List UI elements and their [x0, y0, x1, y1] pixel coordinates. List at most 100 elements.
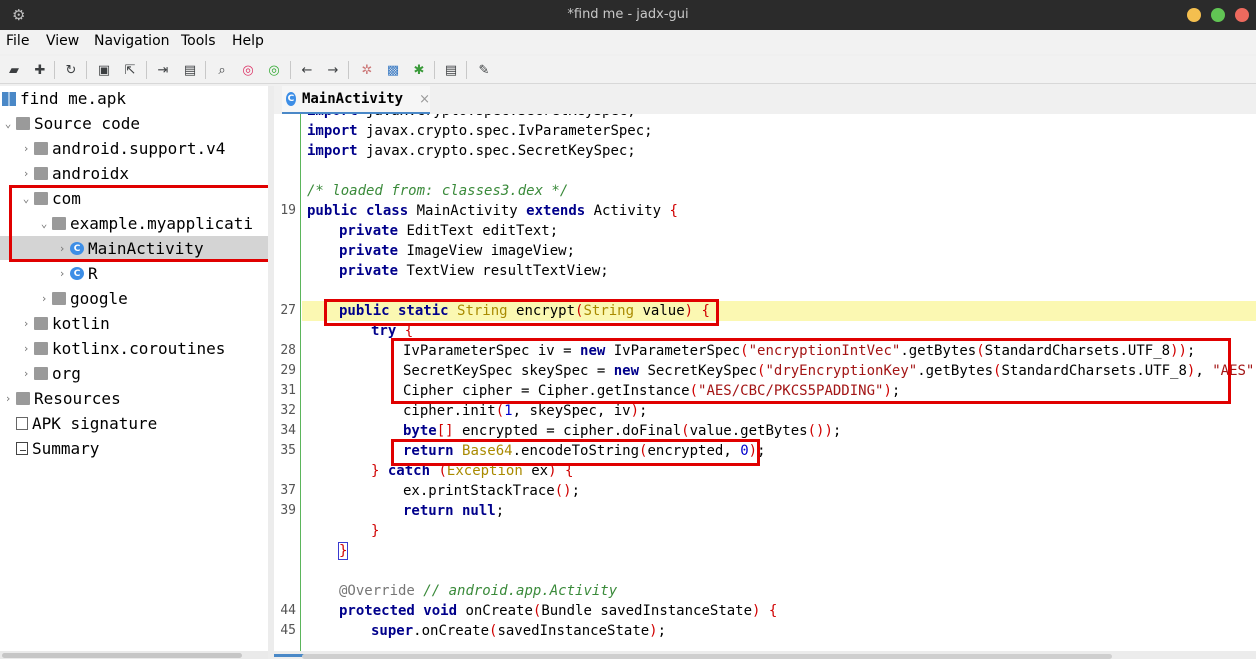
- quark-icon[interactable]: ✲: [357, 60, 377, 80]
- toolbar-separator: [290, 61, 291, 79]
- tree-node-label: google: [70, 289, 128, 308]
- code-line: import javax.crypto.spec.SecretKeySpec;: [307, 143, 636, 159]
- chevron-right-icon[interactable]: ›: [18, 317, 34, 330]
- tree-node-package[interactable]: › google: [36, 286, 128, 311]
- chevron-right-icon[interactable]: ›: [18, 142, 34, 155]
- title-bar: ⚙ *find me - jadx-gui: [0, 0, 1256, 30]
- tree-horizontal-scrollbar[interactable]: [0, 651, 268, 659]
- preferences-icon[interactable]: ✎: [474, 60, 494, 80]
- signature-icon: [16, 417, 28, 430]
- tree-node-source-code[interactable]: ⌄ Source code: [0, 111, 140, 136]
- chevron-down-icon[interactable]: ⌄: [0, 117, 16, 130]
- toolbar-separator: [434, 61, 435, 79]
- menu-view[interactable]: View: [46, 33, 79, 49]
- code-line: ex.printStackTrace();: [403, 483, 581, 499]
- toolbar-separator: [466, 61, 467, 79]
- tree-node-resources[interactable]: › Resources: [0, 386, 121, 411]
- find-class-icon[interactable]: ◎: [238, 60, 258, 80]
- code-line: /* loaded from: classes3.dex */: [307, 183, 569, 199]
- editor-tab-bar: C MainActivity ×: [274, 86, 1256, 114]
- menu-file[interactable]: File: [6, 33, 29, 49]
- code-line: }: [337, 542, 349, 560]
- back-icon[interactable]: ←: [297, 60, 317, 80]
- tree-node-package[interactable]: › kotlinx.coroutines: [18, 336, 226, 361]
- tree-node-apk-signature[interactable]: APK signature: [16, 411, 157, 436]
- tree-node-package[interactable]: › org: [18, 361, 81, 386]
- add-file-icon[interactable]: ✚: [30, 60, 50, 80]
- tree-node-apk[interactable]: find me.apk: [2, 86, 126, 111]
- annotation-box: [9, 185, 268, 262]
- tree-node-package[interactable]: › kotlin: [18, 311, 110, 336]
- sync-tree-icon[interactable]: ⇥: [153, 60, 173, 80]
- package-icon: [34, 342, 48, 355]
- open-file-icon[interactable]: ▰: [4, 60, 24, 80]
- code-line: private EditText editText;: [339, 223, 559, 239]
- package-icon: [34, 317, 48, 330]
- source-icon: [16, 117, 30, 130]
- code-line: return null;: [403, 503, 505, 519]
- class-icon: C: [286, 92, 296, 106]
- line-number: 32: [280, 403, 296, 418]
- line-number: 19: [280, 203, 296, 218]
- menu-tools[interactable]: Tools: [181, 33, 216, 49]
- flatten-packages-icon[interactable]: ▤: [180, 60, 200, 80]
- tree-node-package[interactable]: › androidx: [18, 161, 129, 186]
- deobfuscation-icon[interactable]: ▩: [383, 60, 403, 80]
- debug-icon[interactable]: ✱: [409, 60, 429, 80]
- code-line: import javax.crypto.spec.SecretKeySpec;: [302, 114, 1256, 121]
- maximize-button[interactable]: [1211, 8, 1225, 22]
- save-all-icon[interactable]: ▣: [94, 60, 114, 80]
- chevron-right-icon[interactable]: ›: [0, 392, 16, 405]
- tree-node-label: kotlin: [52, 314, 110, 333]
- project-tree: find me.apk ⌄ Source code › android.supp…: [0, 86, 268, 651]
- line-number-gutter: 19 27 28 29 31 32 34 35 37 39 44 45: [274, 114, 301, 651]
- code-line: byte[] encrypted = cipher.doFinal(value.…: [403, 423, 842, 439]
- tree-node-label: kotlinx.coroutines: [52, 339, 226, 358]
- editor-horizontal-scrollbar[interactable]: [274, 651, 1256, 659]
- annotation-box: [324, 299, 719, 326]
- chevron-right-icon[interactable]: ›: [18, 167, 34, 180]
- line-number: 28: [280, 343, 296, 358]
- toolbar-separator: [348, 61, 349, 79]
- chevron-right-icon[interactable]: ›: [18, 342, 34, 355]
- line-number: 27: [280, 303, 296, 318]
- find-usage-icon[interactable]: ◎: [264, 60, 284, 80]
- window-title: *find me - jadx-gui: [567, 7, 689, 22]
- refresh-icon[interactable]: ↻: [61, 60, 81, 80]
- tab-label: MainActivity: [301, 91, 404, 107]
- resources-icon: [16, 392, 30, 405]
- tab-mainactivity[interactable]: C MainActivity ×: [282, 86, 430, 114]
- tree-node-label: android.support.v4: [52, 139, 226, 158]
- code-line: protected void onCreate(Bundle savedInst…: [339, 603, 778, 619]
- close-button[interactable]: [1235, 8, 1249, 22]
- annotation-box: [391, 338, 1231, 404]
- search-icon[interactable]: ⌕: [212, 60, 232, 80]
- package-icon: [34, 142, 48, 155]
- tree-node-label: Summary: [32, 439, 100, 458]
- toolbar: ▰ ✚ ↻ ▣ ⇱ ⇥ ▤ ⌕ ◎ ◎ ← → ✲ ▩ ✱ ▤ ✎: [0, 56, 1256, 84]
- code-line: }: [371, 523, 380, 539]
- chevron-right-icon[interactable]: ›: [36, 292, 52, 305]
- close-tab-icon[interactable]: ×: [419, 92, 430, 107]
- chevron-right-icon[interactable]: ›: [18, 367, 34, 380]
- tree-node-class[interactable]: › C R: [54, 261, 98, 286]
- code-editor[interactable]: 19 27 28 29 31 32 34 35 37 39 44 45 impo…: [274, 114, 1256, 651]
- line-number: 29: [280, 363, 296, 378]
- annotation-box: [391, 439, 760, 466]
- class-icon: C: [70, 267, 84, 280]
- menu-navigation[interactable]: Navigation: [94, 33, 170, 49]
- log-viewer-icon[interactable]: ▤: [441, 60, 461, 80]
- code-line: import javax.crypto.spec.IvParameterSpec…: [307, 123, 653, 139]
- tree-node-label: R: [88, 264, 98, 283]
- chevron-right-icon[interactable]: ›: [54, 267, 70, 280]
- export-icon[interactable]: ⇱: [120, 60, 140, 80]
- tree-node-label: org: [52, 364, 81, 383]
- minimize-button[interactable]: [1187, 8, 1201, 22]
- tree-node-package[interactable]: › android.support.v4: [18, 136, 226, 161]
- toolbar-separator: [86, 61, 87, 79]
- menu-help[interactable]: Help: [232, 33, 264, 49]
- tree-node-summary[interactable]: Summary: [16, 436, 99, 461]
- menu-bar: File View Navigation Tools Help: [0, 30, 1256, 54]
- line-number: 37: [280, 483, 296, 498]
- forward-icon[interactable]: →: [323, 60, 343, 80]
